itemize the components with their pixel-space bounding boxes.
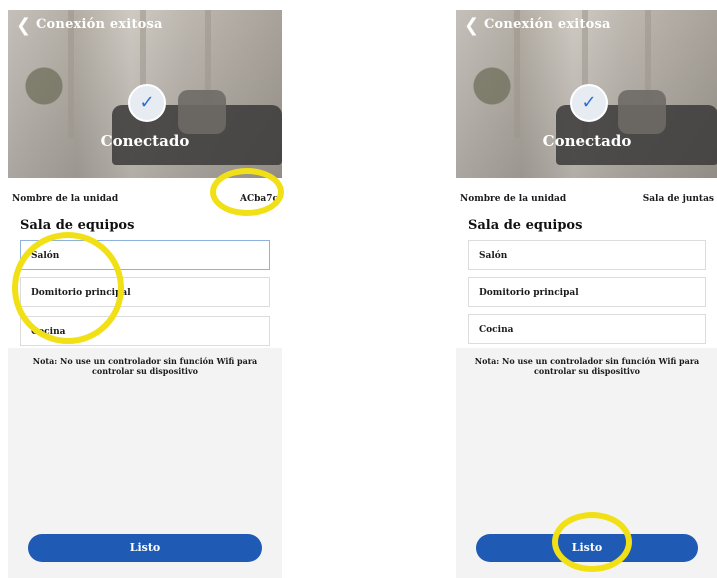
note-text: Nota: No use un controlador sin función …	[32, 356, 258, 376]
settings-panel: Nombre de la unidad Sala de juntas Sala …	[456, 178, 717, 348]
listo-button[interactable]: Listo	[28, 534, 262, 562]
section-title: Sala de equipos	[20, 218, 135, 233]
highlight-circle-listo	[552, 512, 632, 572]
hero-image: ❮ Conexión exitosa ✓ Conectado	[8, 10, 282, 178]
unit-name-row[interactable]: Nombre de la unidad Sala de juntas	[456, 190, 717, 208]
highlight-circle-rooms	[12, 232, 124, 344]
hero-image: ❮ Conexión exitosa ✓ Conectado	[456, 10, 717, 178]
room-option-cocina[interactable]: Cocina	[468, 314, 706, 344]
room-option-salon[interactable]: Salón	[468, 240, 706, 270]
connection-status: Conectado	[542, 132, 632, 150]
room-option-dormitorio[interactable]: Domitorio principal	[468, 277, 706, 307]
check-icon: ✓	[570, 84, 608, 122]
unit-name-label: Nombre de la unidad	[460, 194, 567, 204]
note-text: Nota: No use un controlador sin función …	[474, 356, 700, 376]
back-icon[interactable]: ❮	[464, 16, 482, 36]
check-icon: ✓	[128, 84, 166, 122]
phone-screen-right: ❮ Conexión exitosa ✓ Conectado Nombre de…	[456, 10, 717, 578]
section-title: Sala de equipos	[468, 218, 583, 233]
highlight-circle-unit-value	[210, 168, 284, 216]
back-icon[interactable]: ❮	[16, 16, 34, 36]
connection-status: Conectado	[100, 132, 190, 150]
page-title: Conexión exitosa	[36, 17, 163, 32]
unit-name-label: Nombre de la unidad	[12, 194, 119, 204]
unit-name-value[interactable]: Sala de juntas	[643, 194, 714, 204]
page-title: Conexión exitosa	[484, 17, 611, 32]
